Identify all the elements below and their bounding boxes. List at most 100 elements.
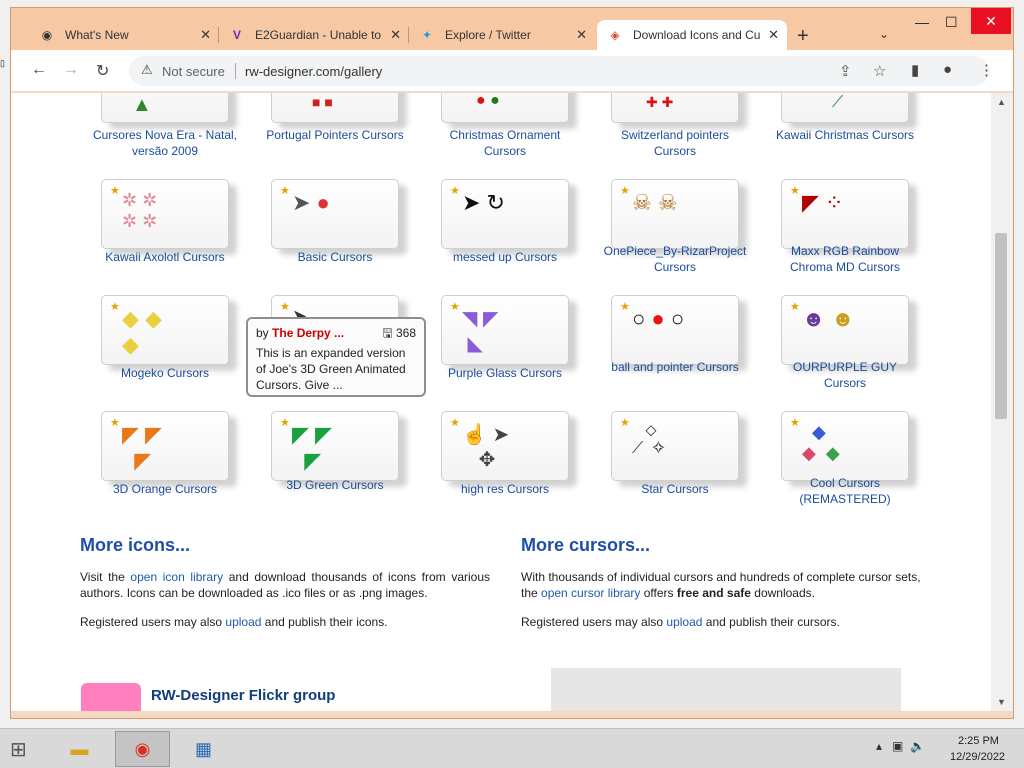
- windows-start-icon[interactable]: ⊞: [10, 737, 38, 761]
- scroll-thumb[interactable]: [995, 233, 1007, 419]
- forward-arrow-icon[interactable]: →: [63, 61, 79, 79]
- cursor-card[interactable]: ● ● Christmas Ornament Cursors: [431, 93, 601, 163]
- cursor-card[interactable]: ★ ➤ ↻ messed up Cursors: [431, 179, 601, 289]
- flickr-logo-icon[interactable]: [81, 683, 141, 711]
- cursor-card[interactable]: ✚ ✚ Switzerland pointers Cursors: [601, 93, 771, 163]
- card-label[interactable]: Kawaii Axolotl Cursors: [91, 249, 239, 265]
- more-icons-title[interactable]: More icons...: [80, 535, 190, 556]
- card-label[interactable]: Portugal Pointers Cursors: [261, 127, 409, 143]
- flickr-group-title[interactable]: RW-Designer Flickr group: [151, 687, 335, 704]
- profile-avatar-icon[interactable]: ●: [943, 61, 952, 78]
- card-label[interactable]: Purple Glass Cursors: [431, 365, 579, 381]
- card-label[interactable]: Cursores Nova Era - Natal, versão 2009: [91, 127, 239, 159]
- card-label[interactable]: Basic Cursors: [261, 249, 409, 265]
- clock-time[interactable]: 2:25 PM: [958, 735, 999, 747]
- card-label[interactable]: Switzerland pointers Cursors: [601, 127, 749, 159]
- scroll-down-icon[interactable]: ▼: [997, 697, 1006, 707]
- cursor-card[interactable]: ★ ◤ ⁘ Maxx RGB Rainbow Chroma MD Cursors: [771, 179, 941, 289]
- maximize-icon[interactable]: ☐: [945, 14, 958, 31]
- system-tray[interactable]: ▴ ▣ 🔈: [876, 739, 925, 753]
- file-explorer-icon[interactable]: ▬: [52, 731, 107, 767]
- card-label[interactable]: Mogeko Cursors: [91, 365, 239, 381]
- open-icon-library-link[interactable]: open icon library: [130, 570, 223, 584]
- upload-icons-link[interactable]: upload: [225, 615, 261, 629]
- cursor-card[interactable]: ■ ■ Portugal Pointers Cursors: [261, 93, 431, 163]
- cursor-card[interactable]: ★ ➤ ● Basic Cursors: [261, 179, 431, 289]
- card-label[interactable]: Star Cursors: [601, 481, 749, 497]
- reload-icon[interactable]: ↻: [96, 61, 109, 81]
- volume-icon[interactable]: 🔈: [910, 739, 925, 753]
- card-label[interactable]: Cool Cursors (REMASTERED): [771, 475, 919, 507]
- minimize-icon[interactable]: —: [915, 14, 929, 30]
- cursor-card[interactable]: ★ ✲ ✲ ✲ ✲ Kawaii Axolotl Cursors: [91, 179, 261, 289]
- back-arrow-icon[interactable]: ←: [31, 61, 47, 79]
- url-text[interactable]: rw-designer.com/gallery: [245, 64, 382, 79]
- address-bar[interactable]: ⚠ Not secure rw-designer.com/gallery ⇪ ☆: [129, 56, 989, 86]
- ball-icon: ○ ● ○: [632, 306, 685, 331]
- star-icon: ★: [620, 301, 630, 313]
- new-tab-button[interactable]: +: [797, 25, 809, 48]
- arrow-cursor-icon: ➤ ●: [292, 190, 330, 215]
- star-icon: ★: [280, 301, 290, 313]
- tab-title: Explore / Twitter: [445, 28, 531, 42]
- cursor-card[interactable]: ★ ◤ ◤ ◤ 3D Green Cursors: [261, 411, 431, 521]
- card-label[interactable]: OURPURPLE GUY Cursors: [771, 359, 919, 391]
- menu-kebab-icon[interactable]: ⋮: [979, 61, 994, 79]
- cursor-card[interactable]: ★ ◤ ◤ ◤ 3D Orange Cursors: [91, 411, 261, 521]
- card-label[interactable]: high res Cursors: [431, 481, 579, 497]
- open-cursor-library-link[interactable]: open cursor library: [541, 586, 640, 600]
- card-label[interactable]: Kawaii Christmas Cursors: [771, 127, 919, 143]
- share-icon[interactable]: ⇪: [839, 62, 852, 80]
- side-panel-icon[interactable]: ▮: [911, 61, 919, 79]
- tab-whats-new[interactable]: ◉ What's New ✕: [29, 20, 219, 50]
- tab-twitter[interactable]: ✦ Explore / Twitter ✕: [409, 20, 595, 50]
- axolotl-icon: ✲ ✲ ✲ ✲: [122, 190, 158, 231]
- card-label[interactable]: Maxx RGB Rainbow Chroma MD Cursors: [771, 243, 919, 275]
- security-label[interactable]: Not secure: [162, 64, 225, 79]
- tab-e2guardian[interactable]: V E2Guardian - Unable to ✕: [219, 20, 409, 50]
- close-window-icon[interactable]: ✕: [971, 8, 1011, 34]
- more-icons-paragraph: Visit the open icon library and download…: [80, 570, 490, 600]
- tab-search-chevron-icon[interactable]: ⌄: [879, 27, 889, 41]
- cursor-card[interactable]: ▲ Cursores Nova Era - Natal, versão 2009: [91, 93, 261, 163]
- tab-rw-designer[interactable]: ◈ Download Icons and Cu ✕: [597, 20, 787, 50]
- purple-guy-icon: ☻ ☻: [802, 306, 855, 331]
- cursor-card[interactable]: ★ ◆ ◆ ◆ Cool Cursors (REMASTERED): [771, 411, 941, 521]
- card-label[interactable]: OnePiece_By-RizarProject Cursors: [601, 243, 749, 275]
- control-panel-icon[interactable]: ▦: [176, 731, 231, 767]
- cursor-card[interactable]: ⟋ Kawaii Christmas Cursors: [771, 93, 941, 163]
- star-icon: ★: [110, 301, 120, 313]
- tooltip-description: This is an expanded version of Joe's 3D …: [256, 346, 406, 392]
- cursor-card[interactable]: ★ ☝ ➤ ✥ high res Cursors: [431, 411, 601, 521]
- card-label[interactable]: Christmas Ornament Cursors: [431, 127, 579, 159]
- star-icon: ★: [450, 301, 460, 313]
- upload-cursors-link[interactable]: upload: [666, 615, 702, 629]
- cursor-card[interactable]: ★ ☠ ☠ OnePiece_By-RizarProject Cursors: [601, 179, 771, 289]
- rw-designer-icon: ◈: [610, 28, 620, 42]
- close-icon[interactable]: ✕: [576, 27, 587, 43]
- network-icon[interactable]: ▣: [892, 739, 903, 753]
- page-scrollbar[interactable]: ▲ ▼: [991, 93, 1013, 711]
- card-label[interactable]: messed up Cursors: [431, 249, 579, 265]
- cursor-card[interactable]: ★ ◥ ◤ ◣ Purple Glass Cursors: [431, 295, 601, 405]
- clock-date[interactable]: 12/29/2022: [950, 751, 1005, 763]
- chevron-up-icon[interactable]: ▴: [876, 739, 882, 753]
- close-icon[interactable]: ✕: [390, 27, 401, 43]
- skull-icon: ☠ ☠: [632, 190, 678, 215]
- cursor-card[interactable]: ★ ○ ● ○ ball and pointer Cursors: [601, 295, 771, 405]
- scroll-up-icon[interactable]: ▲: [997, 97, 1006, 107]
- more-cursors-paragraph: With thousands of individual cursors and…: [521, 570, 921, 600]
- cursor-card[interactable]: ★ ◆ ◆ ◆ Mogeko Cursors: [91, 295, 261, 405]
- bookmark-star-icon[interactable]: ☆: [873, 62, 886, 80]
- card-label[interactable]: ball and pointer Cursors: [601, 359, 749, 375]
- card-label[interactable]: 3D Orange Cursors: [91, 481, 239, 497]
- warning-icon[interactable]: ⚠: [141, 62, 153, 78]
- close-icon[interactable]: ✕: [768, 27, 779, 43]
- card-label[interactable]: 3D Green Cursors: [261, 477, 409, 493]
- tooltip-author-link[interactable]: The Derpy ...: [272, 326, 344, 340]
- cursor-card[interactable]: ★ ⬦ ⟋ ✧ Star Cursors: [601, 411, 771, 521]
- more-cursors-title[interactable]: More cursors...: [521, 535, 650, 556]
- cursor-card[interactable]: ★ ☻ ☻ OURPURPLE GUY Cursors: [771, 295, 941, 405]
- close-icon[interactable]: ✕: [200, 27, 211, 43]
- chrome-taskbar-icon[interactable]: ◉: [115, 731, 170, 767]
